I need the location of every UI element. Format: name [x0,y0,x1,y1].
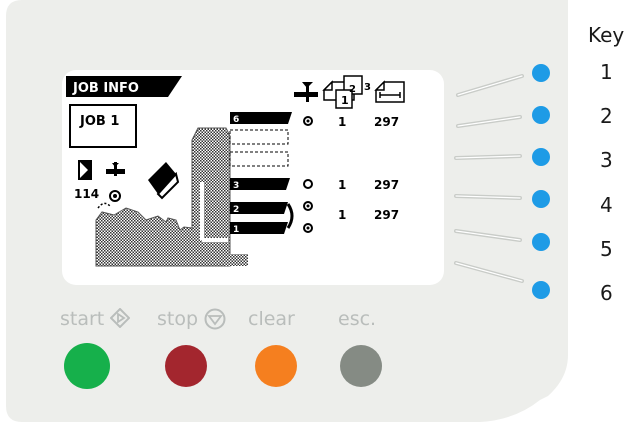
envelope-seal-icon [148,162,180,200]
tray-label-3: 3 [233,181,239,191]
lcd-screen: JOB INFO JOB 1 114 6 3 2 1 1 2 3 1 297 1… [62,70,444,285]
svg-text:2: 2 [349,84,356,95]
feeder-trays: 6 3 2 1 [229,112,294,235]
fan-column-icon [294,82,318,102]
fan-icon [106,162,125,176]
tray-label-1: 1 [233,225,239,235]
document-stack-icon: 1 2 3 [322,75,371,109]
key-item-3: 3 [600,148,613,172]
column-header-icons: 1 2 3 [294,75,405,109]
row-3-size: 297 [374,178,399,192]
row-3-qty: 1 [338,178,346,192]
svg-text:3: 3 [364,82,371,93]
softkey-2[interactable] [532,106,550,124]
key-item-5: 5 [600,237,613,261]
softkey-1[interactable] [532,64,550,82]
stop-button[interactable] [165,345,207,387]
clear-label: clear [248,308,295,330]
key-title: Key [588,23,625,47]
stop-icon [204,308,226,330]
esc-label: esc. [338,308,377,330]
counter-value: 114 [74,187,99,201]
tray-label-6: 6 [233,115,239,125]
row-2-1-qty: 1 [338,208,346,222]
tray-label-2: 2 [233,205,239,215]
softkey-5[interactable] [532,233,550,251]
start-icon [109,307,131,329]
svg-text:1: 1 [341,94,349,107]
row-6-size: 297 [374,115,399,129]
paper-size-icon [374,80,405,103]
key-item-6: 6 [600,281,613,305]
counter-icon [78,160,92,180]
sensor-icon [109,190,121,202]
softkey-6[interactable] [532,281,550,299]
row-station-2-1: 1 297 [303,201,399,233]
start-button[interactable] [64,343,110,389]
row-station-3: 1 297 [303,178,399,192]
key-item-4: 4 [600,193,613,217]
inserter-machine-illustration [95,127,248,267]
job-name: JOB 1 [79,114,119,129]
job-info-title: JOB INFO [72,81,139,96]
key-item-2: 2 [600,104,613,128]
row-station-6: 1 297 [303,115,399,129]
clear-button[interactable] [255,345,297,387]
esc-button[interactable] [340,345,382,387]
job-info-header: JOB INFO [66,76,182,97]
stop-label: stop [157,308,226,330]
lcd-graphics: JOB INFO JOB 1 114 6 3 2 1 1 2 3 1 297 1… [66,75,405,267]
start-label: start [60,307,131,330]
row-2-1-size: 297 [374,208,399,222]
softkey-3[interactable] [532,148,550,166]
key-item-1: 1 [600,60,613,84]
softkey-4[interactable] [532,190,550,208]
row-6-qty: 1 [338,115,346,129]
